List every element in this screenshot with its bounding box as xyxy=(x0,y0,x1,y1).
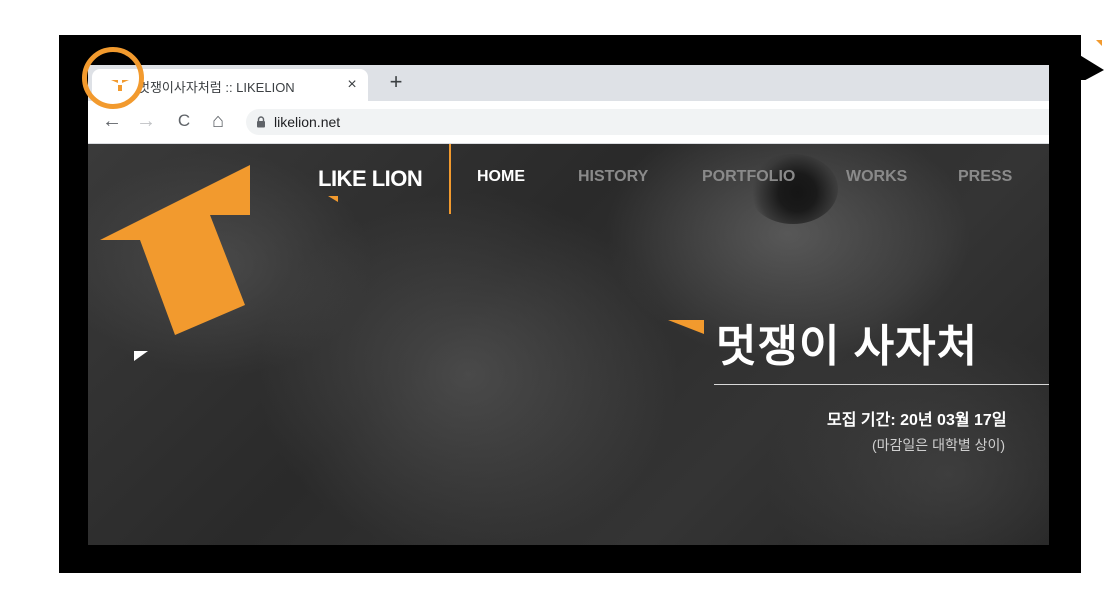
nav-home[interactable]: HOME xyxy=(477,168,525,186)
deadline-note: (마감일은 대학별 상이) xyxy=(872,437,1006,453)
tab-strip: 멋쟁이사자처럼 :: LIKELION × + xyxy=(88,65,1049,101)
logo-divider xyxy=(449,144,451,214)
corner-arrow-icon xyxy=(1078,40,1104,80)
tab-close-icon[interactable]: × xyxy=(342,75,362,95)
logo-accent-mark xyxy=(328,196,338,202)
new-tab-button[interactable]: + xyxy=(384,71,408,93)
site-logo[interactable]: LIKE LION xyxy=(318,166,423,192)
recruit-period: 모집 기간: 20년 03월 17일 xyxy=(827,412,1007,429)
hero-accent-mark xyxy=(668,320,704,334)
hero-divider xyxy=(714,384,1049,385)
slide-prev-icon[interactable] xyxy=(134,351,148,361)
address-bar[interactable]: likelion.net xyxy=(246,109,1049,135)
hero-title: 멋쟁이 사자처 xyxy=(716,322,979,371)
nav-works[interactable]: WORKS xyxy=(846,168,907,186)
tab-title: 멋쟁이사자처럼 :: LIKELION xyxy=(138,80,295,95)
pointer-arrow-icon xyxy=(100,165,250,335)
nav-portfolio[interactable]: PORTFOLIO xyxy=(702,168,795,186)
nav-history[interactable]: HISTORY xyxy=(578,168,648,186)
favicon-highlight-circle xyxy=(82,47,144,109)
nav-press[interactable]: PRESS xyxy=(958,168,1012,186)
url-text: likelion.net xyxy=(274,114,341,130)
lion-eye-image xyxy=(748,154,838,224)
